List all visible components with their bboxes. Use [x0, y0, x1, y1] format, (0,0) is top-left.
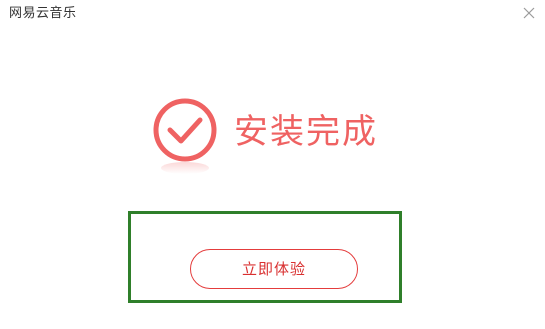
install-complete-text: 安装完成	[234, 112, 378, 152]
try-now-button[interactable]: 立即体验	[190, 249, 358, 289]
check-circle-icon	[152, 98, 220, 178]
close-button[interactable]	[521, 5, 537, 21]
close-icon	[523, 7, 535, 19]
installer-window: 网易云音乐 安装完成 立即体验	[0, 0, 545, 329]
window-title: 网易云音乐	[9, 6, 77, 21]
